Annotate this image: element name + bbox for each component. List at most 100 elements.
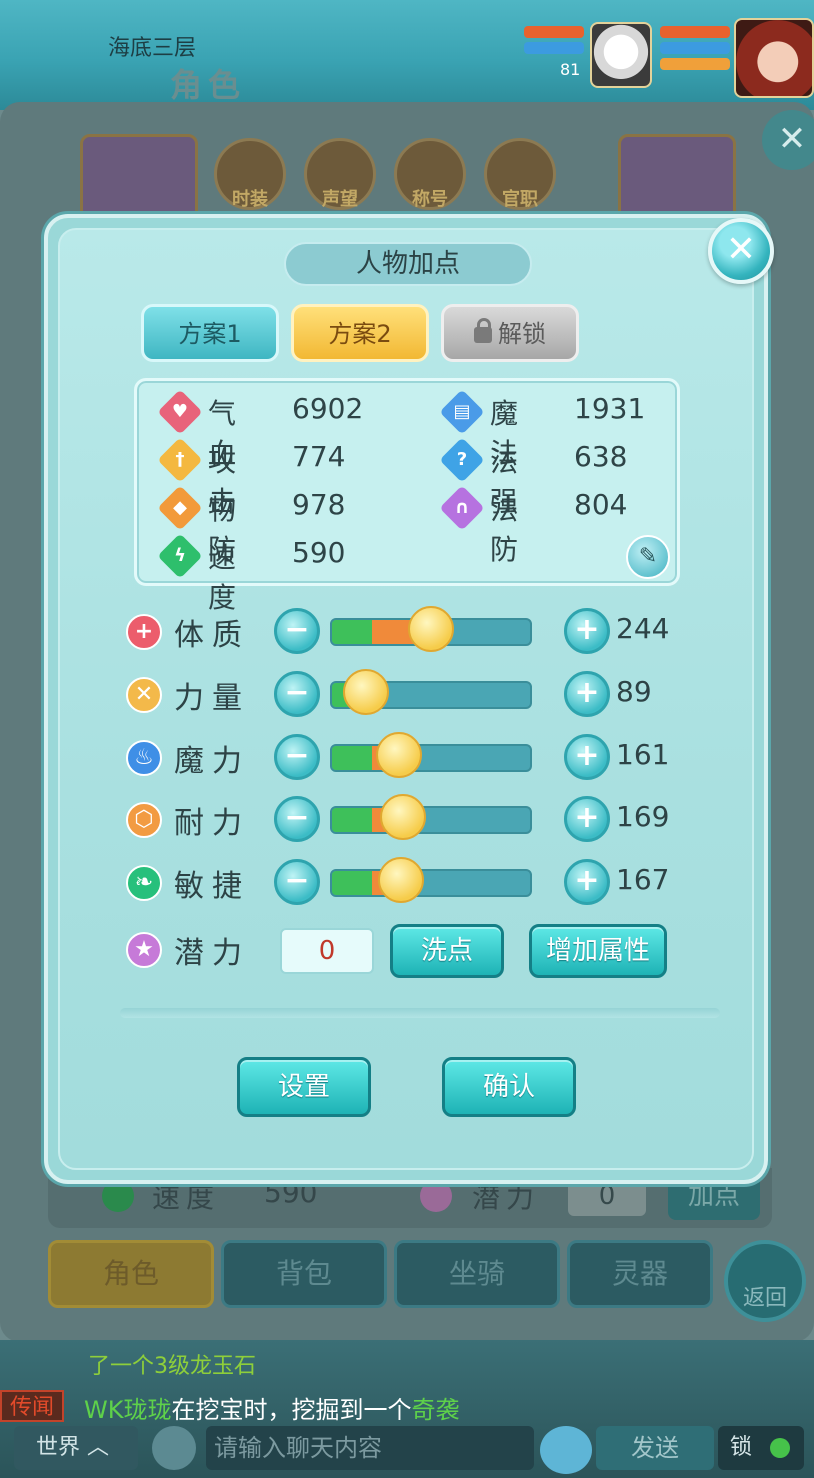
send-button[interactable]: 发送 <box>596 1426 714 1470</box>
tab-bag[interactable]: 背包 <box>221 1240 387 1308</box>
attribute-label: 敏捷 <box>174 869 250 904</box>
increase-button[interactable]: + <box>564 796 610 842</box>
attribute-label: 耐力 <box>174 806 250 841</box>
player-name[interactable]: WK珑珑 <box>84 1396 171 1424</box>
attribute-value: 89 <box>616 675 652 708</box>
scheme-1-button[interactable]: 方案1 <box>141 304 279 362</box>
bottom-tab-bar: 角色 背包 坐骑 灵器 <box>48 1240 728 1310</box>
tab-role[interactable]: 角色 <box>48 1240 214 1308</box>
decrease-button[interactable]: − <box>274 734 320 780</box>
attribute-row: ♨ 魔力 − +161 <box>126 730 686 782</box>
stat-value: 1931 <box>574 392 646 425</box>
emoji-icon[interactable] <box>540 1426 592 1474</box>
tab-spirit-artifact[interactable]: 灵器 <box>567 1240 713 1308</box>
stat-value: 590 <box>292 536 346 569</box>
hexagon-icon: ⬡ <box>126 802 162 838</box>
brush-icon[interactable]: ✎ <box>626 535 670 579</box>
slider-handle[interactable] <box>378 857 424 903</box>
stat-value: 638 <box>574 440 628 473</box>
dialog-title: 人物加点 <box>284 242 532 286</box>
increase-button[interactable]: + <box>564 671 610 717</box>
fashion-icon[interactable]: 时装 <box>214 138 286 210</box>
wing-icon: ❧ <box>126 865 162 901</box>
microphone-icon[interactable] <box>152 1426 196 1470</box>
attribute-slider-track[interactable] <box>330 744 532 772</box>
hero-avatar[interactable] <box>734 18 814 98</box>
book-icon: ▤ <box>439 389 485 435</box>
unlock-scheme-button[interactable]: 解锁 <box>441 304 579 362</box>
settings-button[interactable]: 设置 <box>237 1057 371 1117</box>
potential-label: 潜力 <box>174 936 250 971</box>
reputation-icon[interactable]: 声望 <box>304 138 376 210</box>
pet-status-bars <box>524 26 584 58</box>
attribute-value: 161 <box>616 738 670 771</box>
wash-points-button[interactable]: 洗点 <box>390 924 504 978</box>
scheme-2-button[interactable]: 方案2 <box>291 304 429 362</box>
attribute-slider-track[interactable] <box>330 869 532 897</box>
stat-value: 978 <box>292 488 346 521</box>
attribute-label: 力量 <box>174 681 250 716</box>
message-text: 在挖宝时，挖掘到一个 <box>171 1396 412 1424</box>
add-attribute-button[interactable]: 增加属性 <box>529 924 667 978</box>
fist-icon: ✕ <box>126 677 162 713</box>
close-icon[interactable]: ✕ <box>708 218 774 284</box>
lock-toggle[interactable]: 锁 <box>718 1426 804 1470</box>
chat-input[interactable]: 请输入聊天内容 <box>206 1426 534 1470</box>
official-rank-icon[interactable]: 官职 <box>484 138 556 210</box>
lightning-icon <box>102 1180 134 1212</box>
stat-label: 法防 <box>490 493 520 566</box>
increase-button[interactable]: + <box>564 734 610 780</box>
decrease-button[interactable]: − <box>274 859 320 905</box>
slider-handle[interactable] <box>408 606 454 652</box>
stat-value: 6902 <box>292 392 364 425</box>
attribute-value: 169 <box>616 800 670 833</box>
chat-input-bar: 世界 ︿ 请输入聊天内容 发送 锁 <box>0 1426 814 1478</box>
hero-status-bars <box>660 26 730 74</box>
slider-handle[interactable] <box>376 732 422 778</box>
shield-icon: ◆ <box>157 485 203 531</box>
attribute-row: + 体质 − +244 <box>126 604 686 656</box>
attribute-value: 167 <box>616 863 670 896</box>
attribute-row: ⬡ 耐力 − +169 <box>126 792 686 844</box>
star-icon: ★ <box>126 932 162 968</box>
top-hud: 海底三层 角色 81 <box>0 0 814 110</box>
lock-icon <box>474 318 492 343</box>
star-icon <box>420 1180 452 1212</box>
item-name[interactable]: 奇袭 <box>411 1396 459 1424</box>
background-panel-title: 角色 <box>170 66 247 104</box>
attribute-slider-track[interactable] <box>330 806 532 834</box>
rumor-tag: 传闻 <box>0 1390 64 1422</box>
plus-cross-icon: + <box>126 614 162 650</box>
background-close-icon[interactable]: ✕ <box>762 110 814 170</box>
stat-value: 774 <box>292 440 346 473</box>
decrease-button[interactable]: − <box>274 671 320 717</box>
increase-button[interactable]: + <box>564 859 610 905</box>
back-button[interactable]: 返回 <box>724 1240 806 1322</box>
stat-value: 804 <box>574 488 628 521</box>
pet-level: 81 <box>560 60 581 79</box>
divider <box>120 1008 720 1018</box>
potential-value: 0 <box>280 928 374 974</box>
attribute-label: 体质 <box>174 618 250 653</box>
attribute-row: ❧ 敏捷 − +167 <box>126 855 686 907</box>
attribute-value: 244 <box>616 612 670 645</box>
slider-handle[interactable] <box>380 794 426 840</box>
chat-message: WK珑珑在挖宝时，挖掘到一个奇袭 <box>84 1390 459 1425</box>
tab-mount[interactable]: 坐骑 <box>394 1240 560 1308</box>
question-icon: ? <box>439 437 485 483</box>
slider-handle[interactable] <box>343 669 389 715</box>
channel-selector[interactable]: 世界 ︿ <box>14 1426 138 1470</box>
map-name: 海底三层 <box>108 36 197 61</box>
lightning-icon: ϟ <box>157 533 203 579</box>
confirm-button[interactable]: 确认 <box>442 1057 576 1117</box>
chat-message: 了一个3级龙玉石 <box>88 1354 256 1379</box>
chat-area: 了一个3级龙玉石 传闻 WK珑珑在挖宝时，挖掘到一个奇袭 世界 ︿ 请输入聊天内… <box>0 1340 814 1478</box>
background-icon-row: 时装 声望 称号 官职 <box>80 130 740 230</box>
flame-icon: ♨ <box>126 740 162 776</box>
increase-button[interactable]: + <box>564 608 610 654</box>
decrease-button[interactable]: − <box>274 796 320 842</box>
title-icon[interactable]: 称号 <box>394 138 466 210</box>
decrease-button[interactable]: − <box>274 608 320 654</box>
heart-icon: ♥ <box>157 389 203 435</box>
pet-avatar[interactable] <box>590 22 652 88</box>
